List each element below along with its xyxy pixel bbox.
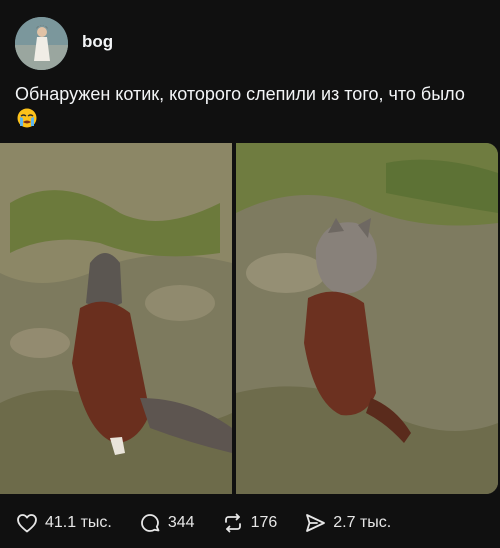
post-image-1[interactable] (0, 143, 232, 494)
loudly-crying-face-icon (17, 108, 37, 128)
post-text-content: Обнаружен котик, которого слепили из тог… (15, 84, 465, 104)
share-count: 2.7 тыс. (333, 514, 392, 531)
like-button[interactable]: 41.1 тыс. (15, 511, 112, 535)
reply-button[interactable]: 344 (138, 511, 195, 535)
share-button[interactable]: 2.7 тыс. (303, 511, 391, 535)
repost-count: 176 (250, 514, 278, 531)
send-icon (306, 514, 326, 532)
reply-count: 344 (167, 514, 195, 531)
username[interactable]: bog (82, 32, 113, 52)
heart-icon (17, 514, 37, 533)
post-text: Обнаружен котик, которого слепили из тог… (15, 82, 475, 132)
action-bar: 41.1 тыс. 344 176 2.7 тыс. (15, 510, 417, 536)
post-image-2[interactable] (236, 143, 498, 494)
like-count: 41.1 тыс. (45, 514, 112, 531)
repost-icon (224, 513, 241, 533)
avatar[interactable] (15, 17, 68, 70)
repost-button[interactable]: 176 (221, 511, 278, 535)
comment-icon (140, 514, 160, 532)
